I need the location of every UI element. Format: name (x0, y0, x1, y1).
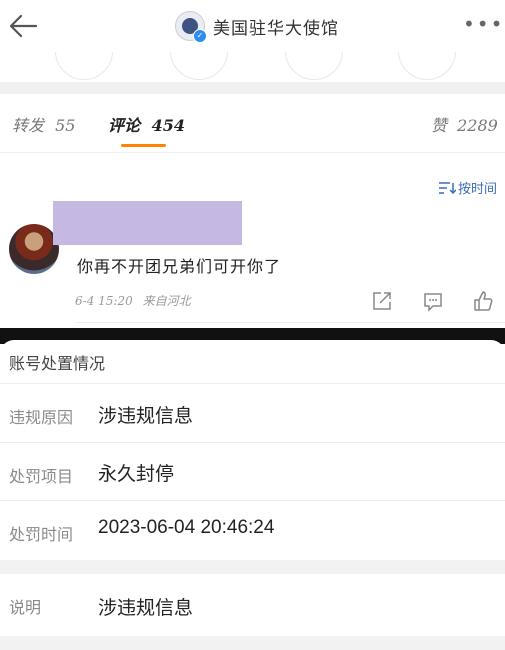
commenter-avatar[interactable] (9, 224, 59, 274)
penalty-time-value: 2023-06-04 20:46:24 (98, 517, 275, 538)
tab-comments-count: 454 (151, 116, 185, 135)
reply-icon[interactable] (422, 290, 444, 312)
like-icon[interactable] (472, 290, 494, 312)
comment-meta: 6-4 15:20 来自河北 (75, 292, 191, 309)
comment-action-circle[interactable] (170, 52, 228, 80)
penalty-time-label: 处罚时间 (9, 527, 74, 544)
account-status-panel (0, 340, 505, 650)
comment-location: 来自河北 (142, 294, 191, 308)
tab-comments[interactable]: 评论 454 (108, 112, 185, 136)
tab-likes-count: 2289 (457, 116, 498, 135)
like-action-circle[interactable] (285, 52, 343, 80)
bottom-divider (0, 636, 505, 650)
penalty-item-label: 处罚项目 (9, 469, 74, 486)
action-buttons-row (0, 52, 505, 82)
redacted-username (53, 201, 242, 245)
tab-comments-label: 评论 (108, 116, 141, 135)
section-divider (0, 82, 505, 94)
tab-reposts-label: 转发 (12, 116, 45, 135)
panel-title: 账号处置情况 (9, 356, 106, 373)
section-divider (0, 560, 505, 574)
row-divider (0, 442, 505, 443)
active-tab-indicator (121, 144, 166, 147)
embassy-seal-avatar: ✓ (175, 11, 207, 43)
penalty-item-value: 永久封停 (98, 464, 175, 485)
comment-divider (75, 322, 505, 323)
tab-bar: 转发 55 评论 454 赞 2289 (0, 94, 505, 153)
violation-reason-label: 违规原因 (9, 410, 74, 427)
tab-reposts-count: 55 (55, 116, 76, 135)
repost-action-circle[interactable] (55, 52, 113, 80)
note-label: 说明 (9, 600, 42, 617)
share-action-circle[interactable] (398, 52, 456, 80)
note-value: 涉违规信息 (98, 598, 194, 619)
tab-reposts[interactable]: 转发 55 (12, 112, 75, 136)
sort-icon (438, 181, 456, 194)
row-divider (0, 500, 505, 501)
top-bar: ✓ 美国驻华大使馆 ••• (0, 0, 505, 52)
sort-by-time-button[interactable]: 按时间 (438, 178, 497, 197)
violation-reason-value: 涉违规信息 (98, 406, 194, 427)
tab-likes[interactable]: 赞 2289 (431, 112, 498, 136)
repost-icon[interactable] (371, 290, 393, 312)
page-title: 美国驻华大使馆 (213, 18, 339, 39)
more-icon[interactable]: ••• (463, 14, 502, 34)
sort-label: 按时间 (457, 182, 497, 197)
tab-likes-label: 赞 (431, 116, 448, 135)
account-title[interactable]: ✓ 美国驻华大使馆 (175, 8, 339, 44)
verified-badge-icon: ✓ (193, 29, 207, 43)
back-arrow-icon[interactable] (6, 10, 40, 42)
row-divider (0, 383, 505, 384)
comment-date: 6-4 15:20 (75, 294, 133, 308)
comment-text: 你再不开团兄弟们可开你了 (77, 257, 282, 276)
